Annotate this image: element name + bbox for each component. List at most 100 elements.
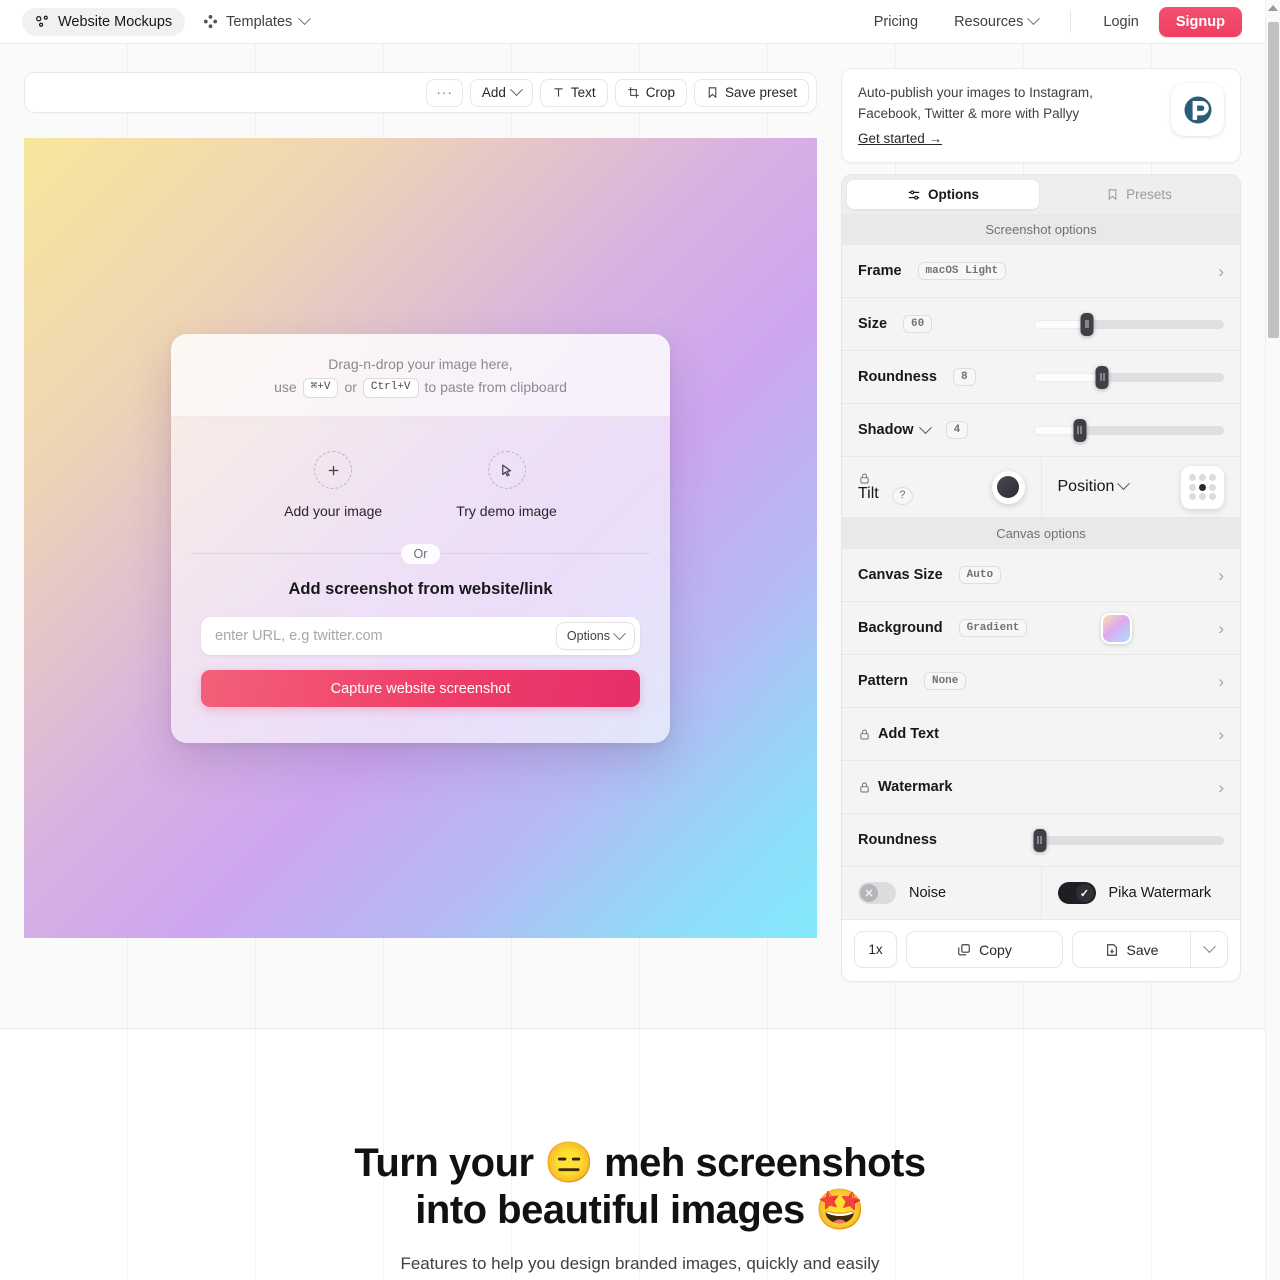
nav-item-pricing[interactable]: Pricing — [858, 8, 934, 36]
nav-label-website-mockups: Website Mockups — [58, 13, 173, 30]
toggles-row: ✕ Noise ✓ Pika Watermark — [842, 867, 1241, 921]
roundness-slider-knob[interactable] — [1095, 365, 1109, 389]
row-roundness[interactable]: Roundness 8 — [842, 351, 1240, 405]
top-navigation: Website Mockups Templates Pricing Resour… — [0, 0, 1280, 44]
text-button[interactable]: Text — [539, 78, 608, 107]
or-divider: Or — [191, 543, 650, 564]
url-options-button[interactable]: Options — [555, 622, 635, 651]
noise-toggle-row[interactable]: ✕ Noise — [842, 867, 1041, 919]
add-button[interactable]: Add — [469, 78, 533, 107]
save-button[interactable]: Save — [1072, 931, 1190, 969]
scrollbar-thumb[interactable] — [1268, 22, 1279, 338]
pika-watermark-toggle-row[interactable]: ✓ Pika Watermark — [1040, 867, 1241, 920]
row-size[interactable]: Size 60 — [842, 298, 1240, 352]
tab-options[interactable]: Options — [847, 180, 1039, 210]
add-your-image-action[interactable]: Add your image — [284, 451, 382, 519]
chevron-right-icon: › — [1218, 565, 1224, 585]
panel-actions: 1x Copy Save — [842, 920, 1240, 982]
copy-label: Copy — [979, 941, 1012, 958]
chevron-down-icon — [1027, 12, 1041, 26]
position-grid[interactable] — [1181, 465, 1224, 509]
row-pattern[interactable]: Pattern None › — [842, 655, 1240, 709]
chevron-right-icon: › — [1218, 671, 1224, 691]
templates-icon — [203, 14, 218, 29]
shadow-slider[interactable] — [1034, 418, 1224, 442]
add-button-label: Add — [481, 85, 506, 100]
position-cell-5[interactable] — [1208, 483, 1216, 491]
nav-label-resources: Resources — [954, 13, 1024, 30]
position-cell-7[interactable] — [1198, 493, 1206, 501]
or-word: or — [344, 379, 357, 396]
zoom-level-button[interactable]: 1x — [854, 931, 897, 969]
pallyy-promo-banner[interactable]: Auto-publish your images to Instagram, F… — [841, 68, 1241, 164]
pattern-value-badge: None — [923, 672, 967, 691]
try-demo-image-action[interactable]: Try demo image — [456, 451, 557, 519]
position-control[interactable]: Position — [1040, 457, 1241, 518]
shadow-slider-knob[interactable] — [1073, 418, 1087, 442]
size-slider-knob[interactable] — [1080, 312, 1094, 336]
canvas-roundness-slider[interactable] — [1033, 828, 1224, 852]
image-drop-card[interactable]: Drag-n-drop your image here, use ⌘+V or … — [171, 334, 670, 744]
tilt-help-icon[interactable]: ? — [892, 486, 913, 505]
scroll-up-arrow-icon[interactable] — [1268, 5, 1278, 11]
position-cell-0[interactable] — [1189, 473, 1197, 481]
chevron-right-icon: › — [1218, 724, 1224, 744]
position-cell-2[interactable] — [1208, 473, 1216, 481]
nav-item-templates[interactable]: Templates — [191, 8, 321, 36]
url-input[interactable] — [215, 628, 556, 645]
row-add-text[interactable]: Add Text › — [842, 708, 1240, 762]
drop-instruction-line1: Drag-n-drop your image here, — [328, 356, 513, 372]
row-frame[interactable]: Frame macOS Light › — [842, 245, 1240, 299]
nav-label-login: Login — [1103, 13, 1139, 30]
more-options-button[interactable]: ··· — [426, 78, 463, 107]
chevron-down-icon — [1202, 940, 1216, 954]
row-canvas-roundness[interactable]: Roundness — [842, 814, 1240, 868]
position-cell-8[interactable] — [1208, 493, 1216, 501]
position-cell-6[interactable] — [1189, 493, 1197, 501]
page-scrollbar[interactable] — [1265, 0, 1280, 1280]
tab-presets[interactable]: Presets — [1043, 180, 1235, 209]
promo-description: Auto-publish your images to Instagram, F… — [858, 85, 1093, 121]
signup-button[interactable]: Signup — [1158, 6, 1242, 37]
crop-button[interactable]: Crop — [614, 78, 687, 107]
save-button-group: Save — [1072, 931, 1228, 969]
pika-watermark-toggle[interactable]: ✓ — [1057, 882, 1096, 905]
kbd-mac-paste: ⌘+V — [302, 377, 339, 398]
tilt-dial[interactable] — [991, 470, 1025, 504]
page-title: Turn your 😑 meh screenshots into beautif… — [0, 1140, 1280, 1234]
pika-watermark-label: Pika Watermark — [1108, 885, 1212, 902]
position-cell-3[interactable] — [1189, 483, 1197, 491]
capture-website-screenshot-button[interactable]: Capture website screenshot — [201, 670, 640, 708]
background-gradient-swatch[interactable] — [1101, 612, 1133, 644]
noise-toggle[interactable]: ✕ — [858, 882, 896, 905]
mockup-canvas[interactable]: Drag-n-drop your image here, use ⌘+V or … — [24, 138, 817, 938]
position-cell-1[interactable] — [1198, 473, 1206, 481]
canvas-roundness-slider-knob[interactable] — [1033, 828, 1047, 852]
watermark-label: Watermark — [878, 779, 953, 796]
position-label: Position — [1057, 478, 1115, 496]
nav-item-login[interactable]: Login — [1087, 8, 1154, 36]
size-slider[interactable] — [1034, 312, 1224, 336]
hero-title-line1: Turn your 😑 meh screenshots — [354, 1141, 926, 1185]
pika-toggle-knob: ✓ — [1075, 884, 1094, 903]
canvas-size-label-group: Canvas Size Auto — [858, 566, 1002, 585]
copy-button[interactable]: Copy — [906, 931, 1063, 969]
row-watermark[interactable]: Watermark › — [842, 761, 1240, 815]
text-icon — [552, 86, 565, 99]
position-cell-4[interactable] — [1198, 483, 1206, 491]
add-your-image-label: Add your image — [284, 503, 383, 520]
row-canvas-size[interactable]: Canvas Size Auto › — [842, 549, 1240, 603]
hero-title-line2: into beautiful images 🤩 — [415, 1188, 865, 1233]
roundness-slider[interactable] — [1034, 365, 1224, 389]
nav-item-website-mockups[interactable]: Website Mockups — [22, 7, 186, 36]
row-shadow[interactable]: Shadow 4 — [842, 404, 1240, 458]
save-preset-button[interactable]: Save preset — [693, 78, 809, 107]
save-dropdown-button[interactable] — [1190, 931, 1228, 969]
tab-presets-label: Presets — [1126, 187, 1172, 203]
nav-item-resources[interactable]: Resources — [938, 8, 1054, 36]
row-background[interactable]: Background Gradient › — [842, 602, 1240, 656]
promo-get-started-link[interactable]: Get started → — [858, 131, 942, 146]
tilt-control[interactable]: Tilt ? — [842, 457, 1041, 517]
lock-icon — [858, 781, 871, 794]
drop-card-body: Add your image Try demo image Or — [171, 417, 670, 564]
